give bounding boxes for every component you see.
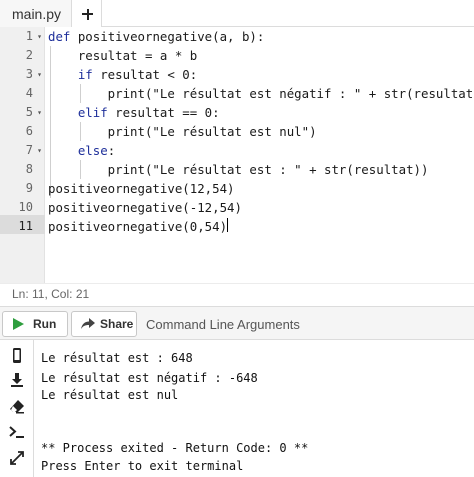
line-number: 1 ▾ — [0, 27, 45, 46]
play-icon — [13, 318, 24, 330]
share-label: Share — [100, 317, 134, 331]
line-number: 5 ▾ — [0, 103, 45, 122]
line-number: 7 ▾ — [0, 141, 45, 160]
code-line[interactable]: positiveornegative(-12,54) — [48, 198, 242, 217]
line-number: 2 — [25, 48, 33, 62]
run-label: Run — [33, 317, 57, 331]
console-line: Le résultat est nul — [41, 388, 179, 402]
download-icon[interactable] — [8, 371, 26, 389]
fold-arrow-icon[interactable]: ▾ — [37, 65, 42, 84]
line-number: 4 — [25, 86, 33, 100]
code-line[interactable]: print("Le résultat est négatif : " + str… — [48, 84, 474, 103]
line-number: 8 — [25, 162, 33, 176]
fold-arrow-icon[interactable]: ▾ — [37, 27, 42, 46]
line-number: 3 ▾ — [0, 65, 45, 84]
line-number: 10 — [18, 200, 33, 214]
code-area[interactable]: def positiveornegative(a, b): resultat =… — [48, 27, 474, 267]
run-button[interactable]: Run — [2, 311, 68, 337]
code-line[interactable]: positiveornegative(12,54) — [48, 179, 235, 198]
line-number: 6 — [25, 124, 33, 138]
code-line[interactable]: elif resultat == 0: — [48, 103, 220, 122]
mobile-icon[interactable] — [8, 347, 26, 365]
expand-icon[interactable] — [8, 449, 26, 467]
line-gutter: 1 ▾ 2 3 ▾ 4 5 ▾ 6 7 ▾ 8 9 10 11 — [0, 27, 45, 283]
code-line[interactable]: else: — [48, 141, 115, 160]
code-line[interactable]: print("Le résultat est nul") — [48, 122, 317, 141]
tab-label: main.py — [12, 6, 62, 22]
code-line[interactable]: def positiveornegative(a, b): — [48, 27, 264, 46]
code-line[interactable]: if resultat < 0: — [48, 65, 197, 84]
console-sidebar — [0, 340, 34, 477]
editor-status: Ln: 11, Col: 21 — [0, 283, 474, 303]
eraser-icon[interactable] — [8, 397, 26, 415]
text-cursor — [227, 218, 228, 232]
code-line[interactable]: resultat = a * b — [48, 46, 197, 65]
line-number: 11 — [18, 219, 33, 233]
console-line: Press Enter to exit terminal — [41, 459, 244, 473]
fold-arrow-icon[interactable]: ▾ — [37, 103, 42, 122]
code-line[interactable]: print("Le résultat est : " + str(resulta… — [48, 160, 429, 179]
line-number: 9 — [25, 181, 33, 195]
code-line[interactable]: positiveornegative(0,54) — [48, 217, 227, 236]
tab-bar: main.py — [0, 0, 474, 27]
run-toolbar: Run Share — [0, 306, 474, 340]
output-console[interactable]: Le résultat est : 648 Le résultat est né… — [0, 340, 474, 477]
share-icon — [81, 318, 95, 329]
tab-main-py[interactable]: main.py — [0, 0, 72, 27]
add-tab-button[interactable] — [72, 0, 102, 27]
console-line: Le résultat est : 648 — [41, 351, 193, 365]
code-editor[interactable]: 1 ▾ 2 3 ▾ 4 5 ▾ 6 7 ▾ 8 9 10 11 def positive… — [0, 27, 474, 283]
fold-arrow-icon[interactable]: ▾ — [37, 141, 42, 160]
console-line: ** Process exited - Return Code: 0 ** — [41, 441, 309, 455]
command-line-arguments-input[interactable] — [140, 311, 472, 337]
terminal-icon[interactable] — [8, 423, 26, 441]
share-button[interactable]: Share — [71, 311, 137, 337]
